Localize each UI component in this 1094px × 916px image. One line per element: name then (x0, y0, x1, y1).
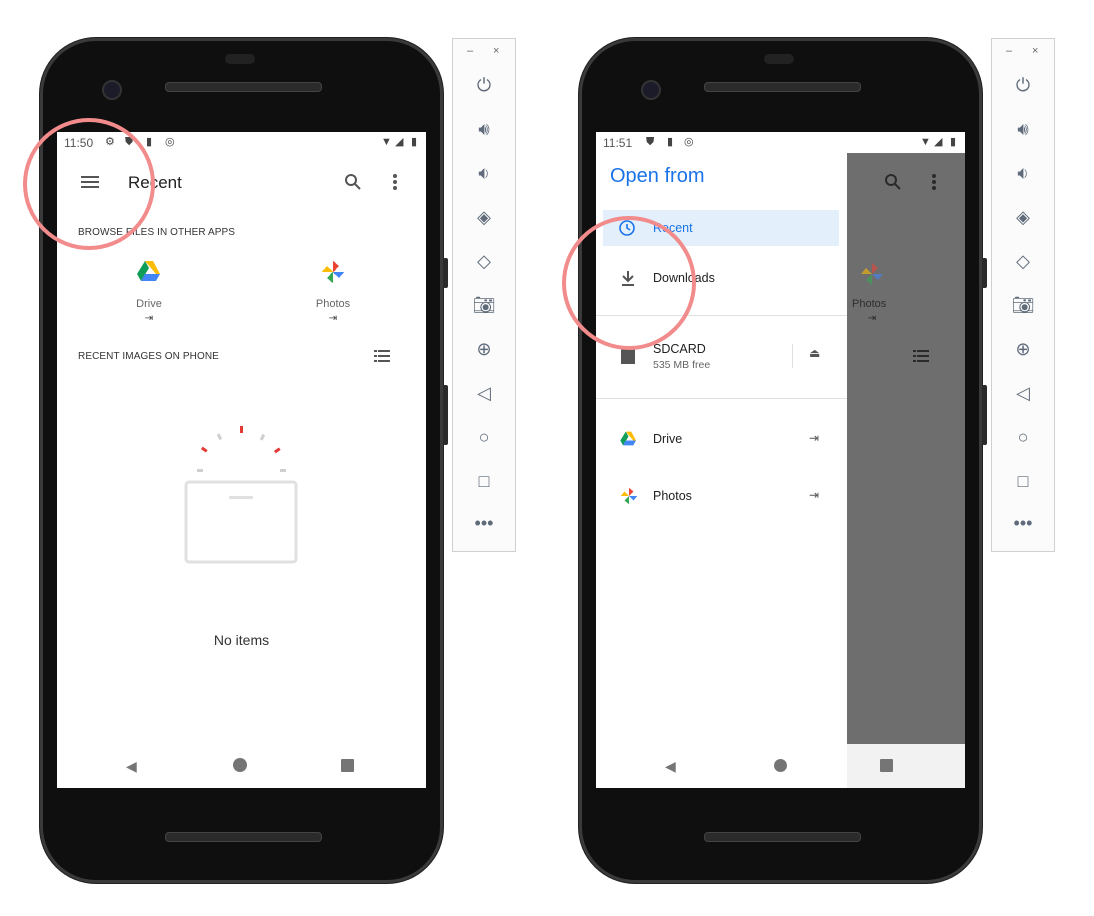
highlight-ring (23, 118, 155, 250)
wifi-icon: ▼ (920, 136, 931, 148)
drawer-item-label: Drive (653, 432, 683, 446)
photos-label: Photos (852, 298, 887, 310)
shield-icon: ⛊ (646, 136, 655, 148)
front-camera (641, 80, 661, 100)
home-nav-icon[interactable] (774, 759, 787, 772)
sdcard-icon: ▮ (667, 136, 674, 148)
recent-images-caption: RECENT IMAGES ON PHONE (78, 351, 219, 362)
side-button (443, 258, 448, 288)
home-icon[interactable]: ○ (453, 427, 515, 448)
drawer-item-photos[interactable]: Photos ⇥ (603, 478, 839, 514)
search-icon[interactable] (344, 173, 362, 191)
power-icon[interactable]: ⏻ (992, 75, 1054, 96)
navbar-under-scrim (847, 744, 965, 788)
photos-pinwheel-icon (620, 487, 638, 505)
overview-nav-icon[interactable] (341, 759, 354, 772)
emulator-toolbar: – × ⏻ 🔊︎ 🔉︎ ◈ ◇ 📷︎ ⊕ ◁ ○ □ ••• (452, 38, 516, 552)
sync-icon: ◎ (684, 136, 694, 148)
back-nav-icon[interactable]: ◀ (126, 758, 137, 775)
drawer-item-label: SDCARD (653, 342, 706, 356)
signal-icon: ◢ (934, 136, 943, 148)
overview-nav-icon[interactable] (880, 759, 893, 772)
status-bar: 11:51 ⛊ ▮ ◎ ▼ ◢ ▮ (596, 132, 965, 152)
bottom-speaker (704, 832, 861, 842)
zoom-icon[interactable]: ⊕ (992, 339, 1054, 360)
open-external-icon: ⇥ (809, 488, 820, 502)
volume-down-icon[interactable]: 🔉︎ (992, 163, 1054, 184)
drive-icon (137, 261, 160, 281)
top-speaker (165, 82, 322, 92)
camera-icon[interactable]: 📷︎ (992, 295, 1054, 316)
side-button (443, 385, 448, 445)
overview-icon[interactable]: □ (992, 471, 1054, 492)
drive-label: Drive (136, 298, 162, 310)
home-icon[interactable]: ○ (992, 427, 1054, 448)
sdcard-icon: ▮ (146, 136, 153, 148)
photos-app-tile[interactable]: Photos ⇥ (303, 260, 363, 326)
rotate-left-icon[interactable]: ◈ (453, 207, 515, 228)
volume-up-icon[interactable]: 🔊︎ (453, 119, 515, 140)
phone-notch (225, 54, 255, 64)
search-icon (885, 174, 901, 190)
power-icon[interactable]: ⏻ (453, 75, 515, 96)
minimize-button[interactable]: – (1006, 45, 1012, 57)
empty-box-illustration (184, 426, 298, 564)
highlight-ring (562, 216, 696, 350)
drawer-item-label: Photos (653, 489, 692, 503)
drive-icon (620, 431, 636, 446)
open-external-icon: ⇥ (144, 313, 154, 324)
list-view-icon (913, 350, 929, 362)
home-nav-icon[interactable] (233, 758, 247, 772)
empty-state-text: No items (213, 632, 270, 648)
side-button (982, 385, 987, 445)
open-external-icon: ⇥ (867, 313, 877, 324)
close-button[interactable]: × (493, 45, 499, 57)
emulator-toolbar: – × ⏻ 🔊︎ 🔉︎ ◈ ◇ 📷︎ ⊕ ◁ ○ □ ••• (991, 38, 1055, 552)
camera-icon[interactable]: 📷︎ (453, 295, 515, 316)
more-icon[interactable]: ••• (992, 513, 1054, 534)
back-icon[interactable]: ◁ (453, 383, 515, 404)
drive-app-tile[interactable]: Drive ⇥ (119, 260, 179, 326)
minimize-button[interactable]: – (467, 45, 473, 57)
drawer-item-sublabel: 535 MB free (653, 359, 711, 371)
photos-label: Photos (315, 298, 351, 310)
back-nav-icon[interactable]: ◀ (665, 758, 676, 775)
back-icon[interactable]: ◁ (992, 383, 1054, 404)
eject-icon[interactable]: ⏏ (809, 346, 820, 360)
zoom-icon[interactable]: ⊕ (453, 339, 515, 360)
open-external-icon: ⇥ (809, 431, 820, 445)
drawer-divider (596, 398, 847, 399)
more-options-icon (932, 174, 936, 190)
close-button[interactable]: × (1032, 45, 1038, 57)
photos-pinwheel-icon (322, 261, 344, 283)
list-view-icon[interactable] (374, 350, 390, 362)
volume-down-icon[interactable]: 🔉︎ (453, 163, 515, 184)
front-camera (102, 80, 122, 100)
phone-notch (764, 54, 794, 64)
status-time: 11:51 (603, 136, 633, 150)
battery-icon: ▮ (411, 136, 418, 148)
side-button (982, 258, 987, 288)
battery-icon: ▮ (950, 136, 957, 148)
sync-icon: ◎ (165, 136, 175, 148)
photos-pinwheel-icon (861, 263, 883, 285)
more-options-icon[interactable] (392, 173, 398, 191)
rotate-left-icon[interactable]: ◈ (992, 207, 1054, 228)
vertical-divider (792, 344, 793, 368)
rotate-right-icon[interactable]: ◇ (453, 251, 515, 272)
bottom-speaker (165, 832, 322, 842)
rotate-right-icon[interactable]: ◇ (992, 251, 1054, 272)
top-speaker (704, 82, 861, 92)
overview-icon[interactable]: □ (453, 471, 515, 492)
drawer-title: Open from (610, 165, 705, 187)
more-icon[interactable]: ••• (453, 513, 515, 534)
wifi-icon: ▼ (381, 136, 392, 148)
signal-icon: ◢ (395, 136, 404, 148)
volume-up-icon[interactable]: 🔊︎ (992, 119, 1054, 140)
drawer-item-drive[interactable]: Drive ⇥ (603, 421, 839, 457)
drawer-scrim[interactable] (847, 153, 965, 744)
open-external-icon: ⇥ (328, 313, 338, 324)
